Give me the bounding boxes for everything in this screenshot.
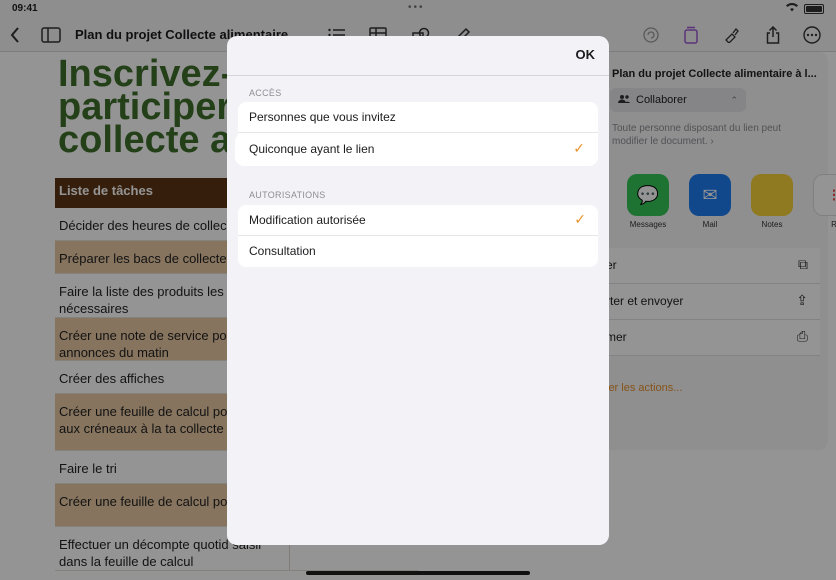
permission-option-view[interactable]: Consultation — [238, 236, 598, 267]
checkmark-icon: ✓ — [573, 140, 585, 156]
permission-option-edit[interactable]: Modification autorisée ✓ — [238, 205, 598, 236]
permission-options-group: Modification autorisée ✓ Consultation — [238, 205, 598, 267]
checkmark-icon: ✓ — [574, 211, 586, 227]
access-option-invited[interactable]: Personnes que vous invitez — [238, 102, 598, 133]
ok-button[interactable]: OK — [576, 47, 596, 62]
modal-header: OK — [227, 36, 609, 76]
access-section-label: ACCÈS — [249, 88, 282, 98]
share-options-modal: OK ACCÈS Personnes que vous invitez AUTO… — [227, 36, 609, 545]
home-indicator[interactable] — [306, 571, 530, 575]
permissions-section-label: AUTORISATIONS — [249, 190, 326, 200]
access-option-anyone-with-link[interactable]: Quiconque ayant le lien ✓ — [236, 134, 597, 165]
